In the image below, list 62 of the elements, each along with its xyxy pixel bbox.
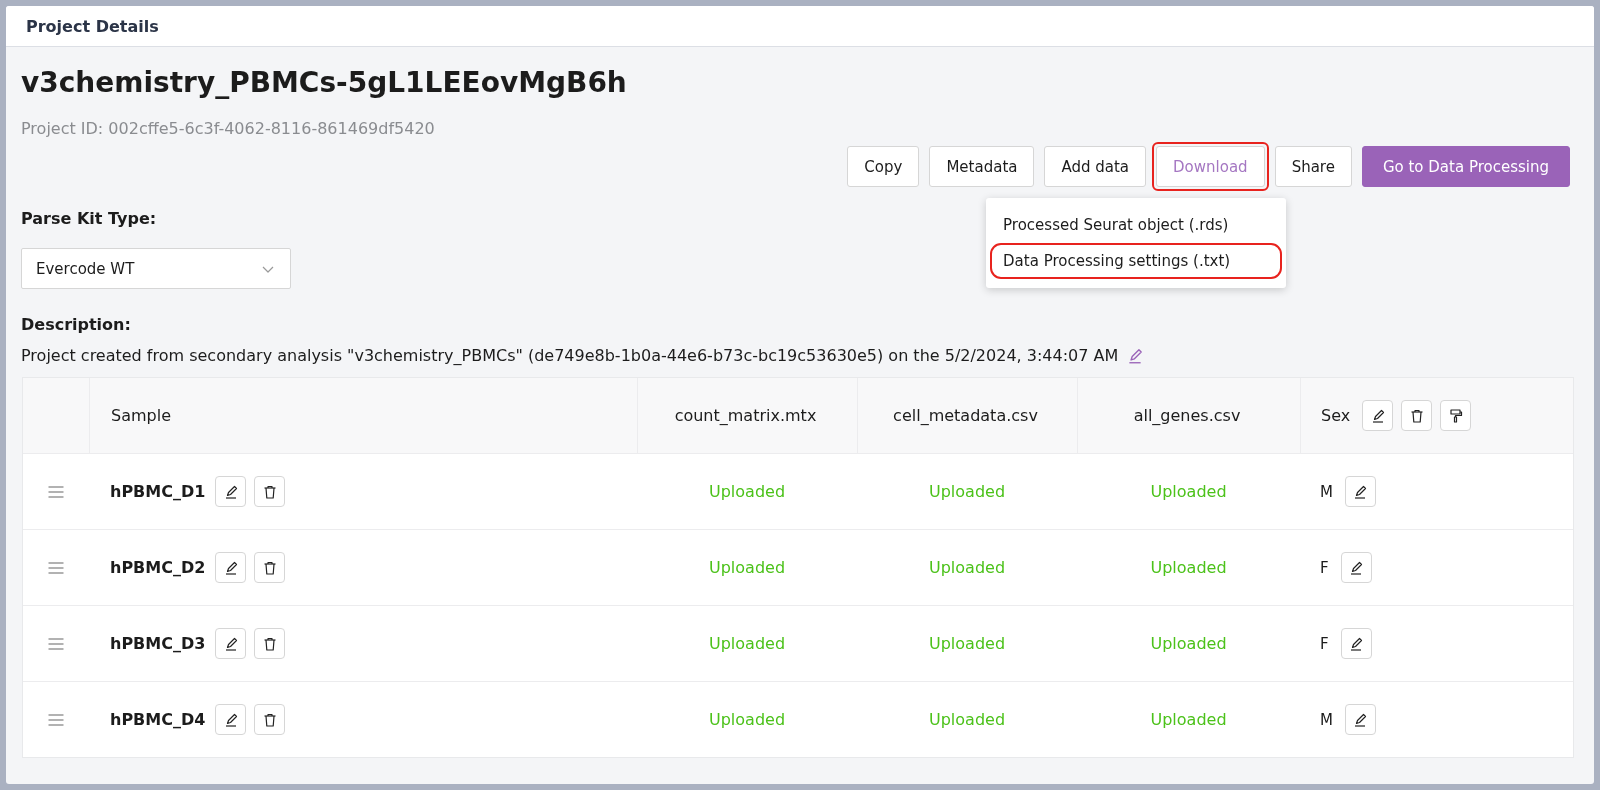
edit-button[interactable] bbox=[1344, 704, 1376, 735]
description-text: Project created from secondary analysis "v3chemistry_PBMCs" (de749e8b-1b0a-44e6-b73c-bc19c53630e5) on the 5/2/2024, 3:44:07 AM bbox=[21, 346, 1119, 365]
format-button[interactable] bbox=[1440, 400, 1472, 431]
sex-value: M bbox=[1320, 710, 1333, 729]
field-label: Description: bbox=[21, 315, 131, 334]
edit-icon bbox=[1348, 635, 1365, 652]
upload-status: Uploaded bbox=[1150, 710, 1227, 729]
delete-button[interactable] bbox=[254, 552, 286, 583]
upload-status: Uploaded bbox=[928, 482, 1006, 501]
action-button[interactable]: Download bbox=[1156, 146, 1265, 187]
menu-item[interactable]: Processed Seurat object (.rds) bbox=[991, 208, 1282, 242]
sex-value: F bbox=[1320, 634, 1329, 653]
menu-item[interactable]: Data Processing settings (.txt) bbox=[991, 244, 1282, 278]
upload-status: Uploaded bbox=[1150, 482, 1227, 501]
column-header: cell_metadata.csv bbox=[893, 406, 1038, 425]
kit-select[interactable]: Evercode WT bbox=[21, 248, 291, 289]
delete-button[interactable] bbox=[254, 704, 286, 735]
action-button[interactable]: Metadata bbox=[929, 146, 1035, 187]
paint-roller-icon bbox=[1447, 407, 1464, 424]
edit-button[interactable] bbox=[215, 552, 247, 583]
upload-status: Uploaded bbox=[708, 558, 786, 577]
upload-status: Uploaded bbox=[708, 710, 786, 729]
edit-button[interactable] bbox=[215, 476, 247, 507]
edit-icon bbox=[1352, 711, 1369, 728]
action-button[interactable]: Share bbox=[1274, 146, 1352, 187]
action-button[interactable]: Copy bbox=[847, 146, 920, 187]
upload-status: Uploaded bbox=[928, 634, 1006, 653]
column-header: Sex bbox=[1321, 406, 1351, 425]
edit-button[interactable] bbox=[215, 628, 247, 659]
action-button[interactable]: Go to Data Processing bbox=[1361, 146, 1570, 187]
upload-status: Uploaded bbox=[928, 710, 1006, 729]
project-title: v3chemistry_PBMCs-5gL1LEEovMgB6h bbox=[21, 65, 628, 101]
column-header: Sample bbox=[111, 406, 171, 425]
action-button[interactable]: Add data bbox=[1044, 146, 1147, 187]
delete-button[interactable] bbox=[254, 628, 286, 659]
sample-name: hPBMC_D2 bbox=[110, 558, 206, 577]
sample-name: hPBMC_D4 bbox=[110, 710, 206, 729]
select-value: Evercode WT bbox=[36, 259, 135, 278]
edit-icon bbox=[1348, 559, 1365, 576]
field-label: Parse Kit Type: bbox=[21, 209, 157, 228]
column-header: all_genes.csv bbox=[1133, 406, 1241, 425]
sex-value: F bbox=[1320, 558, 1329, 577]
edit-button[interactable] bbox=[1340, 628, 1372, 659]
upload-status: Uploaded bbox=[928, 558, 1006, 577]
panel-title: Project Details bbox=[26, 16, 159, 36]
sample-name: hPBMC_D1 bbox=[110, 482, 206, 501]
sample-name: hPBMC_D3 bbox=[110, 634, 206, 653]
delete-button[interactable] bbox=[254, 476, 286, 507]
edit-button[interactable] bbox=[1344, 476, 1376, 507]
upload-status: Uploaded bbox=[708, 482, 786, 501]
edit-icon[interactable] bbox=[1126, 346, 1145, 365]
edit-button[interactable] bbox=[1362, 400, 1394, 431]
upload-status: Uploaded bbox=[708, 634, 786, 653]
upload-status: Uploaded bbox=[1150, 634, 1227, 653]
column-header: count_matrix.mtx bbox=[674, 406, 817, 425]
sex-value: M bbox=[1320, 482, 1333, 501]
delete-button[interactable] bbox=[1401, 400, 1433, 431]
upload-status: Uploaded bbox=[1150, 558, 1227, 577]
edit-button[interactable] bbox=[1340, 552, 1372, 583]
project-id: Project ID: 002cffe5-6c3f-4062-8116-861469df5420 bbox=[21, 119, 436, 138]
edit-button[interactable] bbox=[215, 704, 247, 735]
edit-icon bbox=[1352, 483, 1369, 500]
